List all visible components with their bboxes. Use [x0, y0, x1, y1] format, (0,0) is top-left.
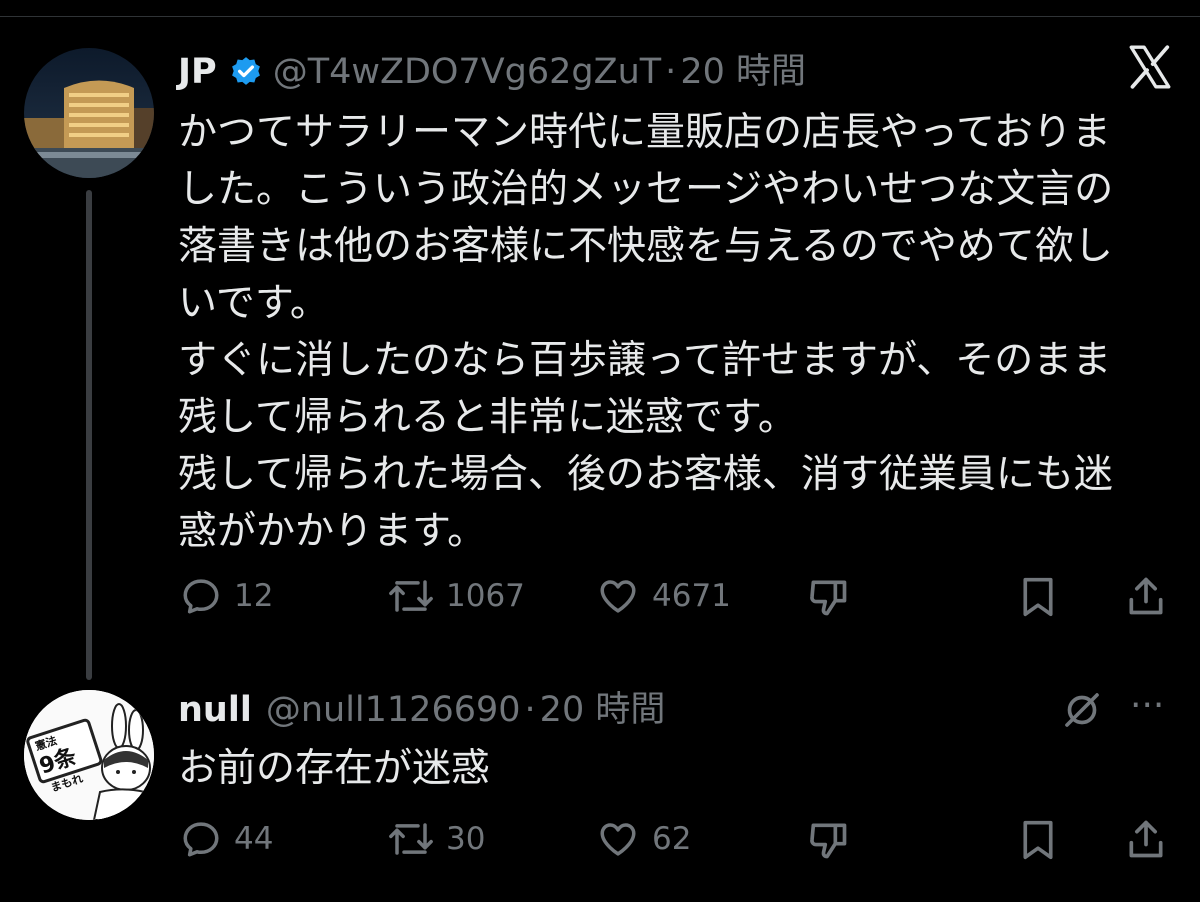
reply-like-button[interactable]: 62: [596, 818, 691, 860]
grok-icon: [1065, 693, 1099, 727]
share-button[interactable]: [1124, 573, 1168, 623]
reply-timestamp[interactable]: 20 時間: [540, 688, 666, 732]
tweet-body-text: かつてサラリーマン時代に量販店の店長やっておりま した。こういう政治的メッセージ…: [178, 110, 1114, 554]
reply-author-avatar[interactable]: 憲法 9条 まもれ: [24, 690, 154, 820]
repost-icon: [389, 580, 433, 612]
reply-like-count: 62: [652, 821, 692, 857]
reply-button[interactable]: 12: [180, 575, 273, 617]
reply-repost-button[interactable]: 30: [388, 818, 485, 860]
reply-body-text: お前の存在が迷惑: [178, 746, 491, 791]
dislike-icon: [810, 823, 847, 859]
reply-share-button[interactable]: [1124, 816, 1168, 866]
x-logo-icon: [1125, 42, 1175, 92]
repost-count: 1067: [446, 578, 525, 614]
author-handle[interactable]: @T4wZDO7Vg62gZuT: [273, 50, 661, 94]
dislike-button[interactable]: [806, 575, 850, 623]
share-icon: [1129, 820, 1163, 858]
verified-badge-icon: [229, 55, 263, 89]
reply-repost-count: 30: [446, 821, 486, 857]
more-options-button[interactable]: ···: [1130, 684, 1164, 728]
reply-dislike-button[interactable]: [806, 818, 850, 866]
top-divider: [0, 16, 1200, 17]
repost-icon: [389, 823, 433, 855]
grok-button[interactable]: [1062, 690, 1102, 734]
repost-button[interactable]: 1067: [388, 575, 525, 617]
separator-dot: ·: [665, 52, 677, 92]
reply-icon: [183, 822, 219, 857]
tweet-timestamp[interactable]: 20 時間: [680, 50, 806, 94]
author-name[interactable]: JP: [178, 50, 217, 94]
more-icon: ···: [1130, 685, 1165, 726]
like-button[interactable]: 4671: [596, 575, 731, 617]
reply-bookmark-button[interactable]: [1018, 818, 1058, 866]
author-avatar[interactable]: [24, 48, 154, 178]
reply-count: 12: [234, 578, 274, 614]
reply-header: null @null1126690 · 20 時間: [178, 688, 665, 732]
reply-separator-dot: ·: [524, 690, 536, 730]
thread-connector-line: [86, 190, 92, 680]
tweet-header: JP @T4wZDO7Vg62gZuT · 20 時間: [178, 50, 806, 94]
like-icon: [600, 580, 636, 613]
dislike-icon: [810, 580, 847, 616]
bookmark-icon: [1023, 820, 1053, 860]
bookmark-icon: [1023, 577, 1053, 617]
reply-author-handle[interactable]: @null1126690: [266, 688, 521, 732]
reply-author-name[interactable]: null: [178, 688, 252, 732]
reply-icon: [183, 579, 219, 614]
reply-reply-button[interactable]: 44: [180, 818, 273, 860]
like-icon: [600, 823, 636, 856]
reply-reply-count: 44: [234, 821, 274, 857]
share-icon: [1129, 577, 1163, 615]
bookmark-button[interactable]: [1018, 575, 1058, 623]
like-count: 4671: [652, 578, 731, 614]
